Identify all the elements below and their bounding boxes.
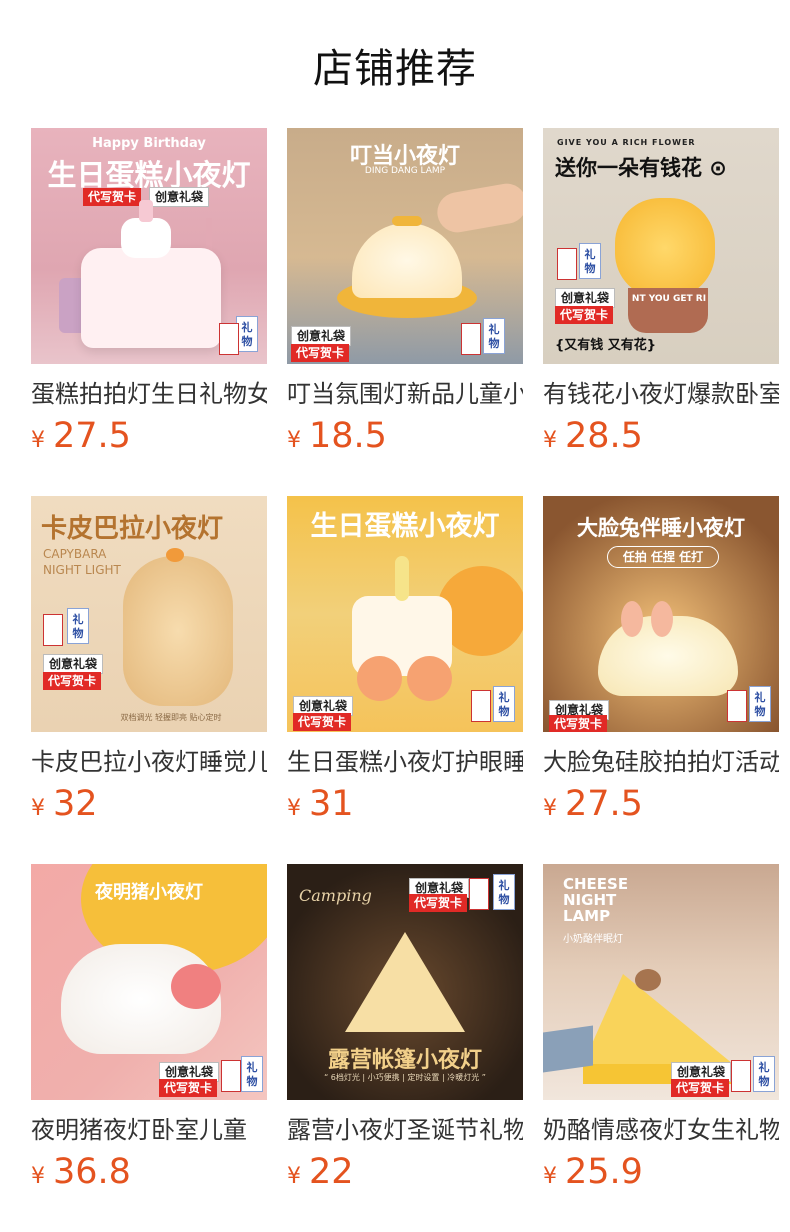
product-price: ¥22 [287, 1152, 523, 1198]
price-value: 28.5 [565, 416, 643, 456]
product-card[interactable]: 夜明猪小夜灯 创意礼袋 代写贺卡 礼物 夜明猪夜灯卧室儿童 ¥36.8 [31, 864, 267, 1198]
product-image[interactable]: Camping 创意礼袋 代写贺卡 礼物 露营帐篷小夜灯 “ 6档灯光 | 小巧… [287, 864, 523, 1100]
dome-lamp [352, 223, 462, 298]
price-value: 22 [309, 1152, 354, 1192]
currency-symbol: ¥ [543, 428, 557, 453]
product-price: ¥28.5 [543, 416, 779, 462]
currency-symbol: ¥ [287, 428, 301, 453]
product-card[interactable]: 叮当小夜灯 DING DANG LAMP 创意礼袋 代写贺卡 礼物 叮当氛围灯新… [287, 128, 523, 462]
product-image[interactable]: 生日蛋糕小夜灯 创意礼袋 代写贺卡 礼物 [287, 496, 523, 732]
product-image[interactable]: 叮当小夜灯 DING DANG LAMP 创意礼袋 代写贺卡 礼物 [287, 128, 523, 364]
product-card[interactable]: 大脸兔伴睡小夜灯 任拍 任捏 任打 创意礼袋 代写贺卡 礼物 大脸兔硅胶拍拍灯活… [543, 496, 779, 830]
product-card[interactable]: GIVE YOU A RICH FLOWER 送你一朵有钱花 ⊙ NT YOU … [543, 128, 779, 462]
currency-symbol: ¥ [287, 1164, 301, 1189]
price-value: 25.9 [565, 1152, 643, 1192]
product-name[interactable]: 有钱花小夜灯爆款卧室 [543, 378, 779, 410]
product-price: ¥25.9 [543, 1152, 779, 1198]
product-image[interactable]: 卡皮巴拉小夜灯 CAPYBARA NIGHT LIGHT 礼物 创意礼袋 代写贺… [31, 496, 267, 732]
product-name[interactable]: 奶酪情感夜灯女生礼物 [543, 1114, 779, 1146]
product-price: ¥27.5 [543, 784, 779, 830]
product-price: ¥36.8 [31, 1152, 267, 1198]
product-image[interactable]: 夜明猪小夜灯 创意礼袋 代写贺卡 礼物 [31, 864, 267, 1100]
product-image[interactable]: 大脸兔伴睡小夜灯 任拍 任捏 任打 创意礼袋 代写贺卡 礼物 [543, 496, 779, 732]
page-title: 店铺推荐 [313, 46, 477, 92]
currency-symbol: ¥ [31, 1164, 45, 1189]
product-price: ¥31 [287, 784, 523, 830]
product-name[interactable]: 叮当氛围灯新品儿童小夜灯 [287, 378, 523, 410]
tent-lamp [345, 932, 465, 1032]
cheese-lamp [583, 974, 733, 1064]
product-name[interactable]: 夜明猪夜灯卧室儿童 [31, 1114, 267, 1146]
product-card[interactable]: 生日蛋糕小夜灯 创意礼袋 代写贺卡 礼物 生日蛋糕小夜灯护眼睡眠 ¥31 [287, 496, 523, 830]
currency-symbol: ¥ [287, 796, 301, 821]
price-value: 32 [53, 784, 98, 824]
price-value: 36.8 [53, 1152, 131, 1192]
price-value: 27.5 [565, 784, 643, 824]
cake-lamp [81, 248, 221, 348]
product-image[interactable]: GIVE YOU A RICH FLOWER 送你一朵有钱花 ⊙ NT YOU … [543, 128, 779, 364]
product-name[interactable]: 蛋糕拍拍灯生日礼物女生 [31, 378, 267, 410]
product-card[interactable]: 卡皮巴拉小夜灯 CAPYBARA NIGHT LIGHT 礼物 创意礼袋 代写贺… [31, 496, 267, 830]
currency-symbol: ¥ [31, 428, 45, 453]
product-name[interactable]: 露营小夜灯圣诞节礼物 [287, 1114, 523, 1146]
product-card[interactable]: Happy Birthday 生日蛋糕小夜灯 代写贺卡 创意礼袋 礼物 蛋糕拍拍… [31, 128, 267, 462]
currency-symbol: ¥ [543, 1164, 557, 1189]
product-card[interactable]: Camping 创意礼袋 代写贺卡 礼物 露营帐篷小夜灯 “ 6档灯光 | 小巧… [287, 864, 523, 1198]
currency-symbol: ¥ [31, 796, 45, 821]
flower-lamp [615, 198, 715, 298]
price-value: 18.5 [309, 416, 387, 456]
product-image[interactable]: CHEESE NIGHT LAMP 小奶酪伴眠灯 创意礼袋 代写贺卡 礼物 [543, 864, 779, 1100]
product-price: ¥18.5 [287, 416, 523, 462]
product-name[interactable]: 生日蛋糕小夜灯护眼睡眠 [287, 746, 523, 778]
product-price: ¥27.5 [31, 416, 267, 462]
product-name[interactable]: 大脸兔硅胶拍拍灯活动 [543, 746, 779, 778]
capybara-lamp [123, 556, 233, 706]
currency-symbol: ¥ [543, 796, 557, 821]
price-value: 31 [309, 784, 354, 824]
product-card[interactable]: CHEESE NIGHT LAMP 小奶酪伴眠灯 创意礼袋 代写贺卡 礼物 奶酪… [543, 864, 779, 1198]
product-name[interactable]: 卡皮巴拉小夜灯睡觉儿童 [31, 746, 267, 778]
product-image[interactable]: Happy Birthday 生日蛋糕小夜灯 代写贺卡 创意礼袋 礼物 [31, 128, 267, 364]
product-price: ¥32 [31, 784, 267, 830]
price-value: 27.5 [53, 416, 131, 456]
